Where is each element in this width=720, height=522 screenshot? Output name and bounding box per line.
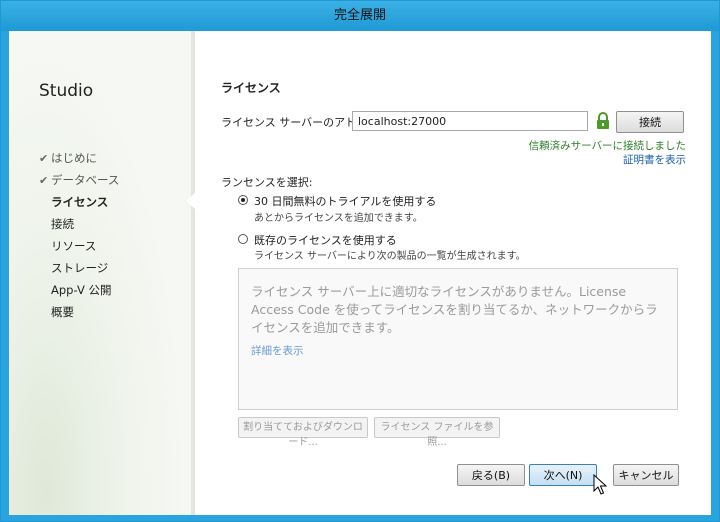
step-database: ✔ データベース [39,169,119,191]
step-storage: ストレージ [39,257,119,279]
connect-button[interactable]: 接続 [616,111,684,133]
step-licensing: ライセンス [39,191,119,213]
server-address-input[interactable] [352,111,588,131]
existing-license-radio[interactable] [238,234,248,244]
next-button[interactable]: 次へ(N) [529,464,597,486]
current-step-pointer [186,193,195,209]
step-summary: 概要 [39,301,119,323]
trial-option-title[interactable]: 30 日間無料のトライアルを使用する [254,193,436,209]
wizard-frame: Studio ✔ はじめに ✔ データベース ライセンス 接続 リソース ストレ… [9,31,711,515]
trial-radio[interactable] [238,195,248,205]
step-label: ストレージ [51,261,109,275]
cancel-button[interactable]: キャンセル [613,464,679,486]
no-license-message: ライセンス サーバー上に適切なライセンスがありません。License Acces… [251,284,658,335]
step-label: App-V 公開 [51,283,112,297]
step-list: ✔ はじめに ✔ データベース ライセンス 接続 リソース ストレージ App-… [39,147,119,323]
view-certificate-link[interactable]: 証明書を表示 [623,152,686,167]
sidebar: Studio ✔ はじめに ✔ データベース ライセンス 接続 リソース ストレ… [9,31,191,515]
step-label: ライセンス [51,195,109,209]
step-appv-publishing: App-V 公開 [39,279,119,301]
step-introduction: ✔ はじめに [39,147,119,169]
connection-status: 信頼済みサーバーに接続しました [528,140,686,152]
step-label: はじめに [51,151,97,165]
existing-option-subtitle: ライセンス サーバーにより次の製品の一覧が生成されます。 [254,251,526,262]
step-label: 概要 [51,305,74,319]
section-title: ライセンス [221,81,281,95]
mouse-cursor-icon [593,474,607,495]
brand-title: Studio [39,81,94,101]
trial-option-subtitle: あとからライセンスを追加できます。 [254,213,423,224]
step-resources: リソース [39,235,119,257]
existing-option-title[interactable]: 既存のライセンスを使用する [254,232,397,248]
step-connection: 接続 [39,213,119,235]
step-label: データベース [51,173,120,187]
browse-license-file-button[interactable]: ライセンス ファイルを参照... [374,417,500,448]
check-icon: ✔ [39,151,49,165]
wizard-window: 完全展開 Studio ✔ はじめに ✔ データベース ライセンス 接続 リソー… [0,0,720,522]
sidebar-divider [191,31,195,515]
lock-icon [597,112,609,129]
select-license-label: ランセンスを選択: [221,176,313,189]
license-list-box: ライセンス サーバー上に適切なライセンスがありません。License Acces… [238,268,678,410]
back-button[interactable]: 戻る(B) [457,464,525,486]
check-icon: ✔ [39,173,49,187]
window-title: 完全展開 [1,1,719,31]
step-label: 接続 [51,217,74,231]
assign-download-button[interactable]: 割り当てておよびダウンロード... [238,417,368,448]
license-panel: ライセンス ライセンス サーバーのアドレス: 接続 信頼済みサーバーに接続しまし… [219,31,689,515]
details-link[interactable]: 詳細を表示 [251,343,304,358]
step-label: リソース [51,239,97,253]
